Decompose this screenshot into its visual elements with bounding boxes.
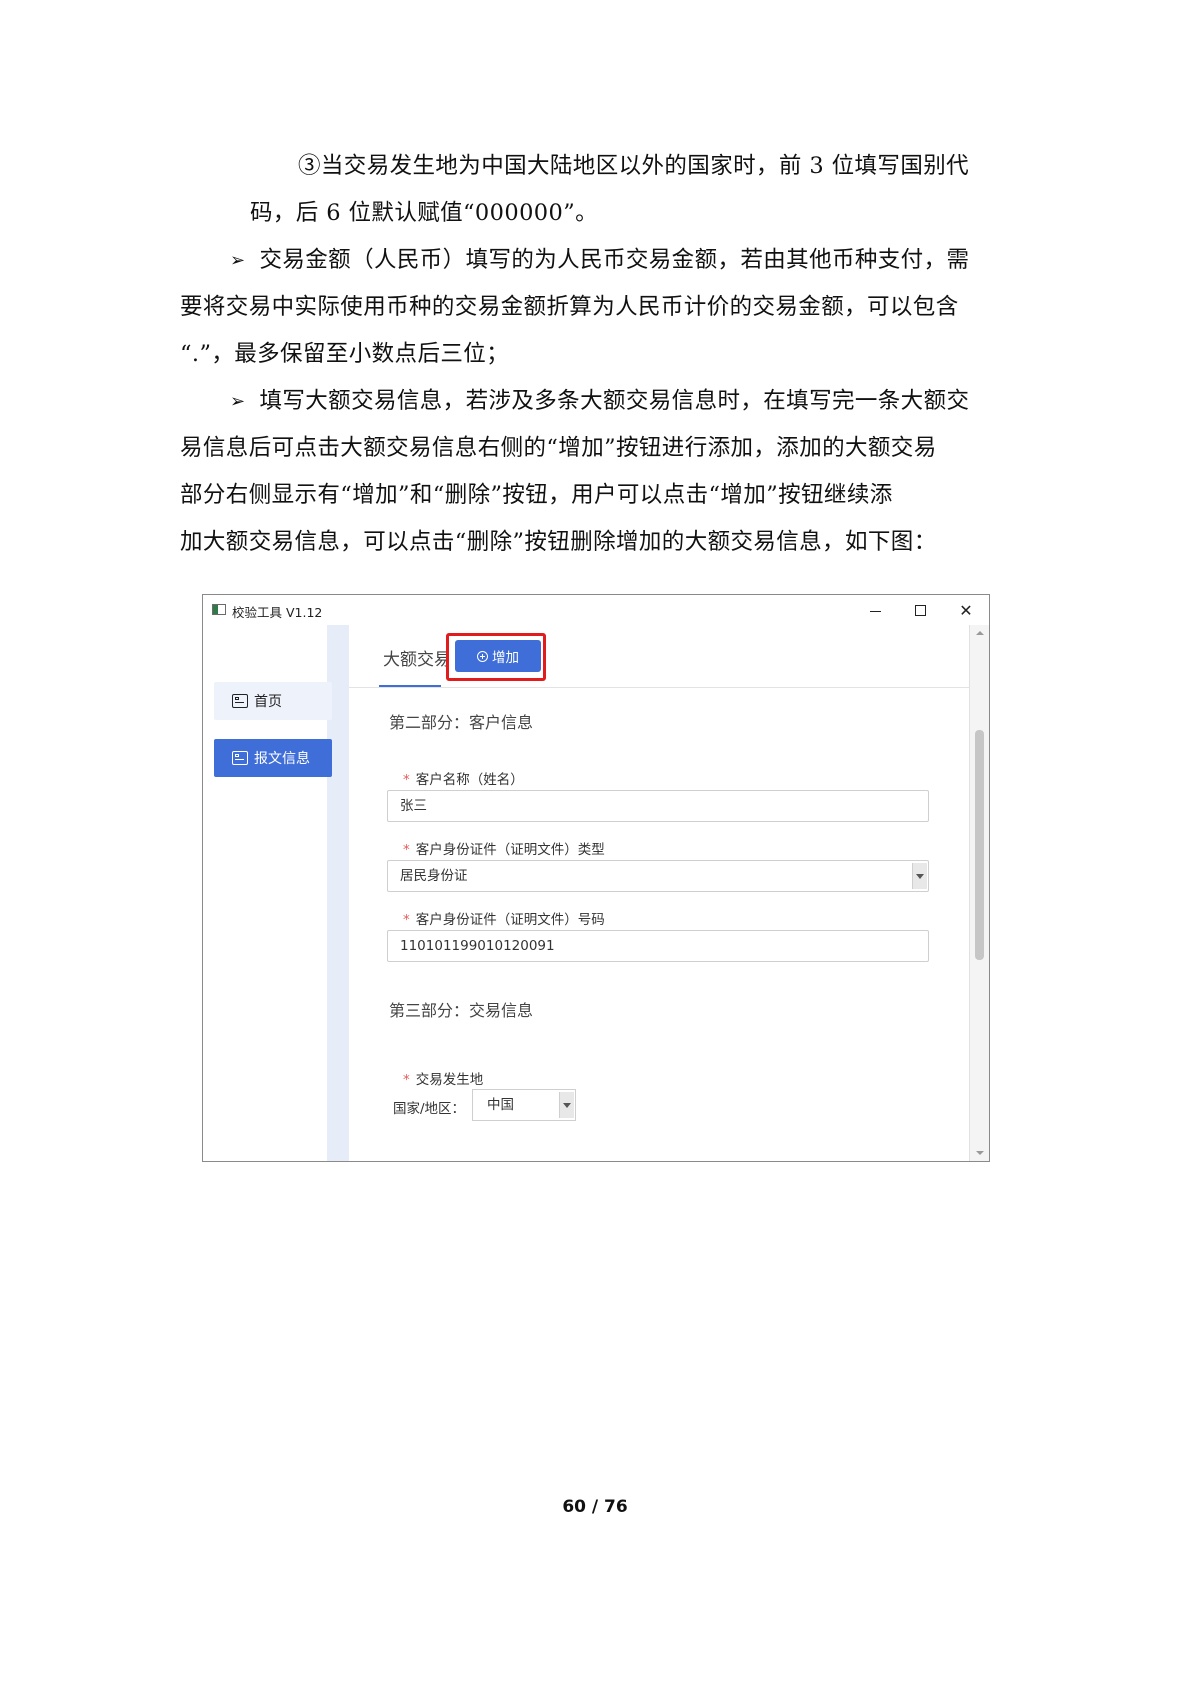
sidebar-item-home[interactable]: 首页 [214,682,332,720]
doc-line-6-text: 填写大额交易信息，若涉及多条大额交易信息时，在填写完一条大额交 [259,388,970,414]
doc-line-1: ③当交易发生地为中国大陆地区以外的国家时，前 3 位填写国别代 [298,153,970,179]
transaction-location-label-text: 交易发生地 [415,1072,484,1088]
customer-name-label: * 客户名称（姓名） [403,768,524,788]
doc-line-6: ➢ 填写大额交易信息，若涉及多条大额交易信息时，在填写完一条大额交 [230,386,969,418]
doc-line-3: ➢ 交易金额（人民币）填写的为人民币交易金额，若由其他币种支付，需 [230,245,969,277]
doc-line-8: 部分右侧显示有“增加”和“删除”按钮，用户可以点击“增加”按钮继续添 [180,482,893,508]
window-title: 校验工具 V1.12 [232,605,323,620]
close-icon: ✕ [959,600,973,620]
sidebar-item-label: 首页 [254,694,282,710]
customer-name-field[interactable]: 张三 [387,790,929,822]
required-mark: * [403,1072,410,1088]
doc-line-7: 易信息后可点击大额交易信息右侧的“增加”按钮进行添加，添加的大额交易 [180,435,937,461]
minimize-icon [869,610,881,612]
required-mark: * [403,772,410,788]
required-mark: * [403,842,410,858]
bullet-icon: ➢ [230,250,246,271]
section-transaction-info-title: 第三部分：交易信息 [389,1001,534,1020]
required-mark: * [403,912,410,928]
minimize-button[interactable] [857,598,893,622]
id-number-label-text: 客户身份证件（证明文件）号码 [415,912,605,928]
id-number-field[interactable]: 110101199010120091 [387,930,929,962]
doc-line-4: 要将交易中实际使用币种的交易金额折算为人民币计价的交易金额，可以包含 [180,294,959,320]
app-icon [212,604,226,615]
tab-large-transaction[interactable]: 大额交易 [383,645,451,670]
add-button-label: 增加 [492,650,519,666]
country-label: 国家/地区： [393,1101,466,1117]
main-panel: 大额交易 增加 第二部分：客户信息 * 客户名称（姓名） 张三 * 客户身份证件（证… [349,625,969,1161]
app-window: 校验工具 V1.12 ✕ 大额交易 增加 第二部分：客户信息 * 客户名称（姓名）… [202,594,990,1162]
close-button[interactable]: ✕ [948,598,984,622]
title-bar: 校验工具 V1.12 ✕ [203,595,989,625]
customer-name-value: 张三 [400,798,427,814]
customer-name-label-text: 客户名称（姓名） [415,772,524,788]
scroll-up-icon[interactable] [976,631,984,635]
doc-line-9: 加大额交易信息，可以点击“删除”按钮删除增加的大额交易信息，如下图： [180,529,937,555]
id-number-value: 110101199010120091 [400,938,555,954]
add-button[interactable]: 增加 [455,640,541,672]
tab-bar: 大额交易 增加 [349,625,969,688]
doc-line-3-text: 交易金额（人民币）填写的为人民币交易金额，若由其他币种支付，需 [259,247,970,273]
form-icon [232,751,248,765]
id-number-label: * 客户身份证件（证明文件）号码 [403,908,605,928]
sidebar-item-message-info[interactable]: 报文信息 [214,739,332,777]
doc-line-2: 码，后 6 位默认赋值“000000”。 [250,200,599,226]
chevron-down-icon[interactable] [912,863,927,889]
country-select[interactable]: 中国 [472,1089,576,1121]
tab-active-indicator [379,685,441,687]
bullet-icon: ➢ [230,391,246,412]
scroll-down-icon[interactable] [976,1151,984,1155]
section-customer-info-title: 第二部分：客户信息 [389,713,534,732]
chevron-down-icon[interactable] [559,1092,574,1118]
transaction-location-label: * 交易发生地 [403,1068,483,1088]
maximize-button[interactable] [902,598,938,622]
sidebar-item-label: 报文信息 [254,751,310,767]
form-icon [232,694,248,708]
id-type-select[interactable]: 居民身份证 [387,860,929,892]
id-type-label-text: 客户身份证件（证明文件）类型 [415,842,605,858]
maximize-icon [914,604,926,616]
page-number: 60 / 76 [562,1497,628,1517]
id-type-value: 居民身份证 [400,868,468,884]
id-type-label: * 客户身份证件（证明文件）类型 [403,838,605,858]
scroll-thumb[interactable] [975,730,984,960]
plus-circle-icon [477,650,488,662]
vertical-scrollbar[interactable] [969,625,989,1161]
doc-line-5: “.”，最多保留至小数点后三位； [180,341,510,367]
country-value: 中国 [487,1097,514,1113]
